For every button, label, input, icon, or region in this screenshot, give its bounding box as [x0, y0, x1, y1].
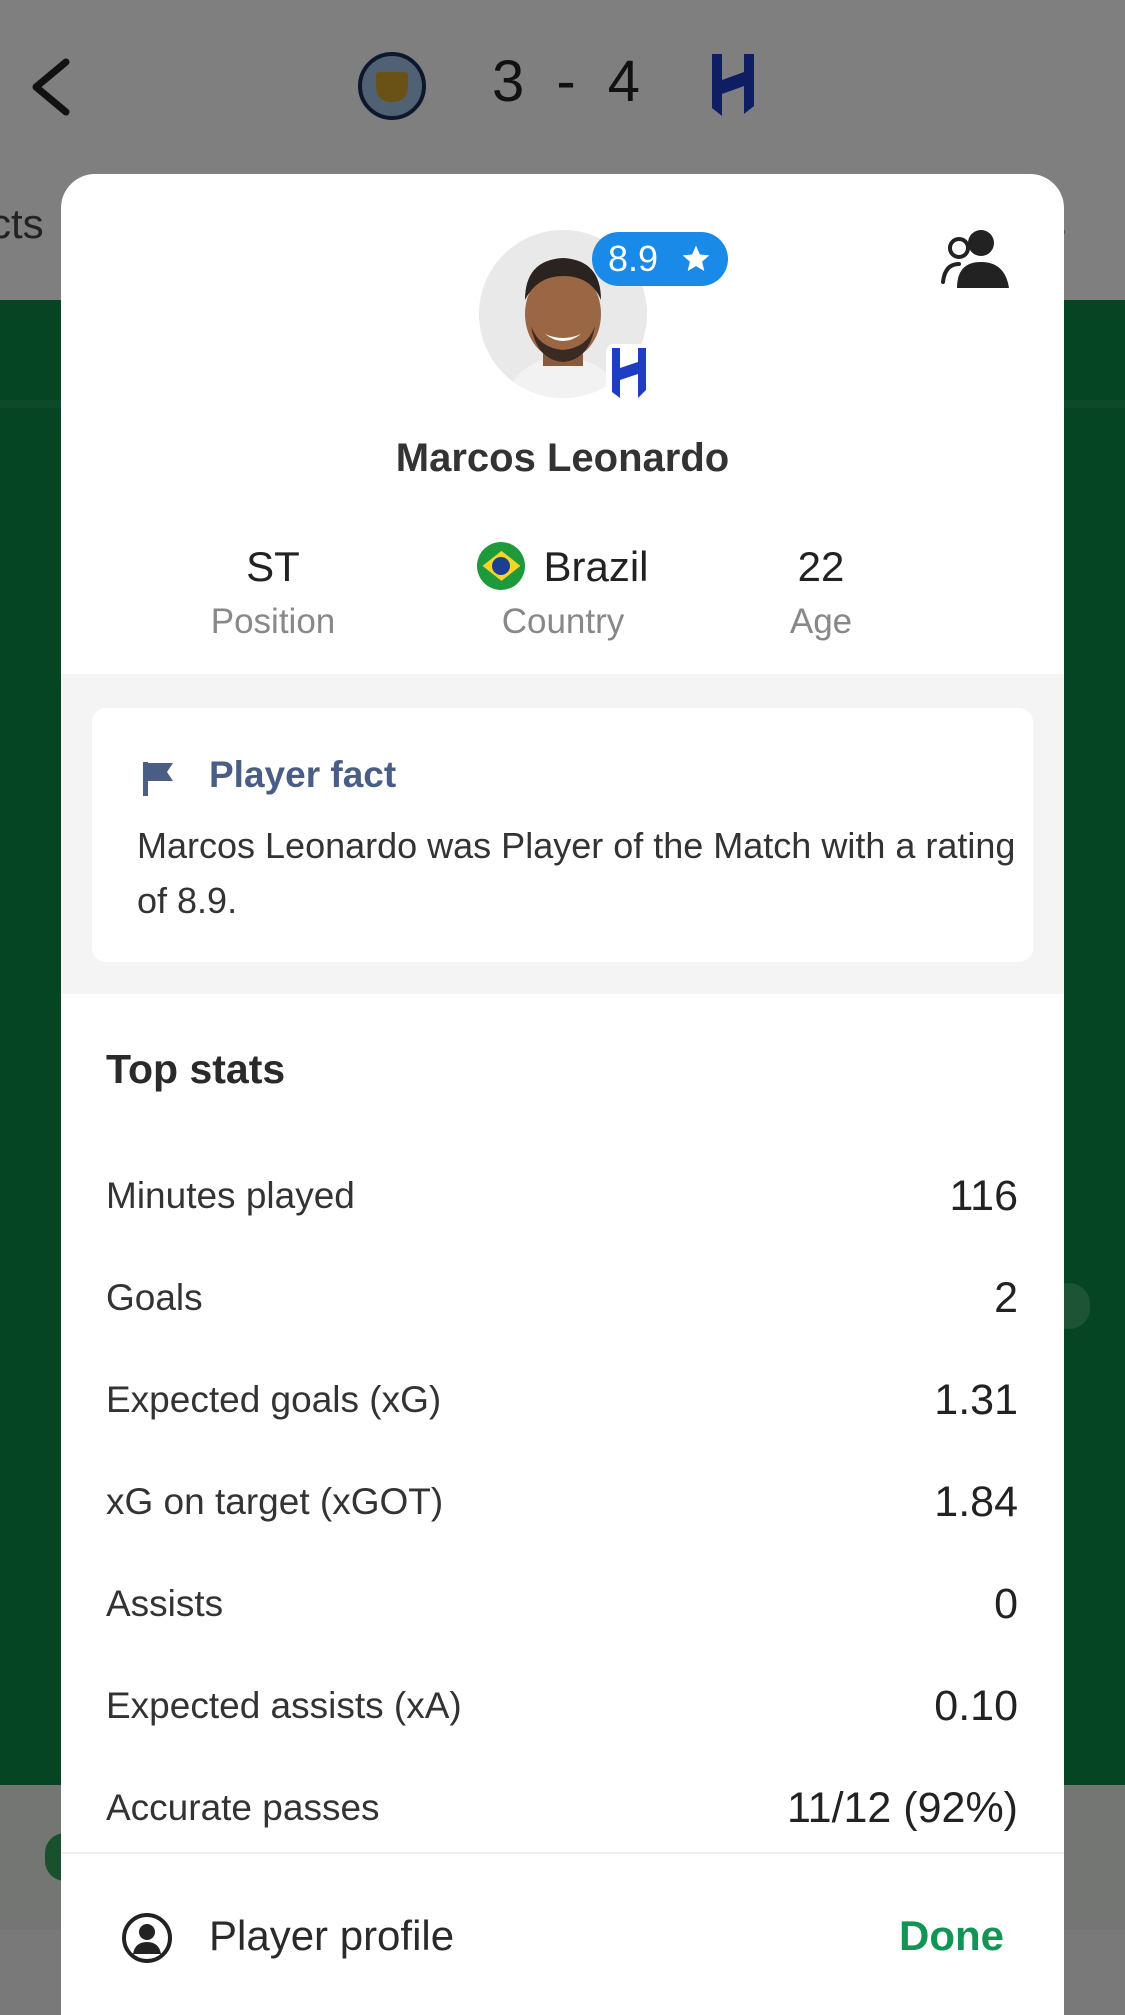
age-value: 22 — [797, 543, 845, 590]
player-name: Marcos Leonardo — [395, 436, 730, 480]
stat-value: 0 — [994, 1580, 1018, 1628]
stat-row: Assists 0 — [106, 1574, 1018, 1634]
stat-value: 0.10 — [934, 1682, 1018, 1730]
person-circle-icon — [122, 1913, 172, 1963]
rating-value: 8.9 — [608, 238, 659, 279]
flag-icon — [143, 762, 173, 796]
stat-label: xG on target (xGOT) — [106, 1481, 444, 1522]
player-fact-card: Player fact Marcos Leonardo was Player o… — [92, 708, 1033, 962]
stat-row: xG on target (xGOT) 1.84 — [106, 1472, 1018, 1532]
stat-label: Expected assists (xA) — [106, 1685, 462, 1726]
country-label: Country — [501, 602, 625, 641]
stat-value: 1.84 — [934, 1478, 1018, 1526]
brazil-flag-icon — [477, 541, 526, 590]
done-button[interactable]: Done — [899, 1912, 1004, 1960]
player-fact-text: Marcos Leonardo was Player of the Match … — [137, 825, 1016, 921]
stat-row: Minutes played 116 — [106, 1166, 1018, 1226]
stat-label: Goals — [106, 1277, 203, 1318]
position-info: ST Position — [123, 538, 423, 642]
stat-row: Expected goals (xG) 1.31 — [106, 1370, 1018, 1430]
stat-row: Goals 2 — [106, 1268, 1018, 1328]
position-label: Position — [210, 602, 336, 641]
player-sheet: 8.9 Marcos Leonardo ST Position Brazil C… — [61, 174, 1064, 2015]
stat-label: Accurate passes — [106, 1787, 380, 1828]
sheet-footer: Player profile Done — [61, 1852, 1064, 2015]
stat-label: Assists — [106, 1583, 224, 1624]
stat-label: Expected goals (xG) — [106, 1379, 442, 1420]
people-icon[interactable] — [939, 226, 1017, 290]
player-fact-section: Player fact Marcos Leonardo was Player o… — [61, 674, 1064, 994]
stat-value: 116 — [949, 1172, 1018, 1220]
country-info: Brazil Country — [413, 538, 713, 642]
stat-value: 2 — [994, 1274, 1018, 1322]
top-stats-title: Top stats — [106, 1046, 286, 1092]
team-crest-icon — [606, 344, 652, 402]
player-profile-label: Player profile — [209, 1912, 455, 1959]
player-fact-title: Player fact — [209, 754, 397, 795]
player-profile-button[interactable]: Player profile — [121, 1894, 501, 1980]
stat-row: Expected assists (xA) 0.10 — [106, 1676, 1018, 1736]
star-icon — [682, 245, 710, 271]
rating-badge: 8.9 — [592, 232, 728, 286]
stat-value: 11/12 (92%) — [786, 1784, 1018, 1832]
stat-row: Accurate passes 11/12 (92%) — [106, 1778, 1018, 1838]
age-label: Age — [789, 602, 853, 641]
position-value: ST — [246, 543, 300, 590]
country-value: Brazil — [543, 543, 649, 590]
stat-label: Minutes played — [106, 1175, 355, 1216]
stat-value: 1.31 — [934, 1376, 1018, 1424]
age-info: 22 Age — [671, 538, 971, 642]
